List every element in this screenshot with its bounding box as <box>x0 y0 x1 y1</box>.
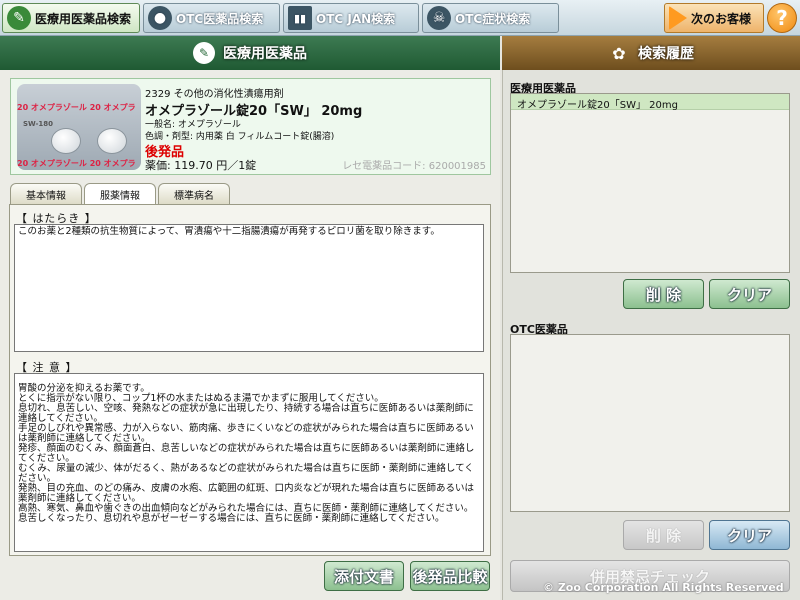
tab-basic-info-label: 基本情報 <box>26 190 66 202</box>
package-strip-text: 20 オメプラゾール 20 オメプラ <box>17 103 136 112</box>
drug-package-image: 20 オメプラゾール 20 オメプラ SW-180 20 オメプラゾール 20 … <box>17 84 141 170</box>
medical-drug-header: ✎ 医療用医薬品 <box>0 36 500 70</box>
drug-price: 薬価: 119.70 円／1錠 <box>145 159 257 172</box>
person-icon: ☠ <box>427 6 451 30</box>
pill-icon: ✎ <box>193 42 215 64</box>
tablet-image <box>97 128 127 154</box>
caution-line: むくみ、尿量の減少、体がだるく、熱があるなどの症状がみられた場合は直ちに医師・薬… <box>18 463 474 484</box>
copyright-text: © Zoo Corporation All Rights Reserved <box>543 581 784 594</box>
tablet-image <box>51 128 81 154</box>
medical-drug-header-title: 医療用医薬品 <box>223 46 307 62</box>
drug-category: 2329 その他の消化性潰瘍用剤 <box>145 89 284 100</box>
package-strip-text: 20 オメプラゾール 20 オメプラ <box>17 159 136 168</box>
tab-otc-search-label: OTC医薬品検索 <box>176 11 264 26</box>
clear-label: クリア <box>726 526 772 545</box>
tab-symptom-search[interactable]: ☠ OTC症状検索 <box>422 3 559 33</box>
tab-basic-info[interactable]: 基本情報 <box>10 183 82 204</box>
play-arrow-icon <box>669 6 687 30</box>
tab-otc-search[interactable]: ● OTC医薬品検索 <box>143 3 280 33</box>
history-medical-item[interactable]: オメプラゾール錠20「SW」 20mg <box>511 94 789 111</box>
capsule-icon: ● <box>148 6 172 30</box>
caution-line: 息苦しくなったり、息切れや息がゼーゼーする場合には、直ちに医師・薬剤師に連絡して… <box>18 513 445 524</box>
help-icon: ? <box>776 6 788 30</box>
tab-jan-search[interactable]: ▮▮ OTC JAN検索 <box>283 3 419 33</box>
delete-label: 削 除 <box>645 285 682 304</box>
history-medical-clear-button[interactable]: クリア <box>709 279 790 309</box>
pill-icon: ✎ <box>7 6 31 30</box>
caution-line: 発疹、顔面のむくみ、顔面蒼白、息苦しいなどの症状がみられた場合は直ちに医師あるい… <box>18 443 475 464</box>
next-customer-label: 次のお客様 <box>691 11 752 26</box>
caution-line: 発熱、目の充血、のどの痛み、皮膚の水疱、広範囲の紅斑、口内炎などが現れた場合は直… <box>18 483 475 504</box>
action-text: このお薬と2種類の抗生物質によって、胃潰瘍や十二指腸潰瘍が再発するピロリ菌を取り… <box>18 226 440 237</box>
tab-symptom-search-label: OTC症状検索 <box>455 11 531 26</box>
top-toolbar: ✎ 医療用医薬品検索 ● OTC医薬品検索 ▮▮ OTC JAN検索 ☠ OTC… <box>0 0 800 36</box>
package-code: SW-180 <box>23 120 53 128</box>
attached-document-button[interactable]: 添付文書 <box>324 561 404 591</box>
footprints-icon: ✿ <box>612 43 626 63</box>
tab-standard-disease-label: 標準病名 <box>174 190 214 202</box>
history-medical-delete-button[interactable]: 削 除 <box>623 279 704 309</box>
attached-document-label: 添付文書 <box>333 567 394 586</box>
tab-medical-search[interactable]: ✎ 医療用医薬品検索 <box>2 3 140 33</box>
receipt-code: レセ電薬品コード: 620001985 <box>342 161 486 172</box>
history-otc-list[interactable] <box>510 334 790 512</box>
caution-line: 息切れ、息苦しい、空咳、発熱などの症状が急に出現したり、持続する場合は直ちに医師… <box>18 403 474 424</box>
tab-standard-disease[interactable]: 標準病名 <box>158 183 230 204</box>
caution-textbox[interactable]: 胃酸の分泌を抑えるお薬です。 とくに指示がない限り、コップ1杯の水またはぬるま湯… <box>14 373 484 552</box>
history-otc-clear-button[interactable]: クリア <box>709 520 790 550</box>
tab-medical-search-label: 医療用医薬品検索 <box>35 11 132 26</box>
tab-medication-info[interactable]: 服薬情報 <box>84 183 156 205</box>
generic-compare-label: 後発品比較 <box>412 567 488 586</box>
tab-medication-info-label: 服薬情報 <box>100 191 140 202</box>
help-button[interactable]: ? <box>767 3 797 33</box>
action-textbox[interactable]: このお薬と2種類の抗生物質によって、胃潰瘍や十二指腸潰瘍が再発するピロリ菌を取り… <box>14 224 484 352</box>
next-customer-button[interactable]: 次のお客様 <box>664 3 764 33</box>
history-otc-delete-button[interactable]: 削 除 <box>623 520 704 550</box>
generic-compare-button[interactable]: 後発品比較 <box>410 561 490 591</box>
clear-label: クリア <box>726 285 772 304</box>
tab-jan-search-label: OTC JAN検索 <box>316 11 396 26</box>
caution-line: 手足のしびれや異常感、力が入らない、筋肉痛、歩きにくいなどの症状がみられた場合は… <box>18 423 474 444</box>
barcode-icon: ▮▮ <box>288 6 312 30</box>
search-history-header-title: 検索履歴 <box>638 46 694 62</box>
search-history-header: ✿ 検索履歴 <box>502 36 800 70</box>
history-medical-list[interactable]: オメプラゾール錠20「SW」 20mg <box>510 93 790 273</box>
delete-label: 削 除 <box>645 526 682 545</box>
drug-info-card: 20 オメプラゾール 20 オメプラ SW-180 20 オメプラゾール 20 … <box>10 78 491 175</box>
